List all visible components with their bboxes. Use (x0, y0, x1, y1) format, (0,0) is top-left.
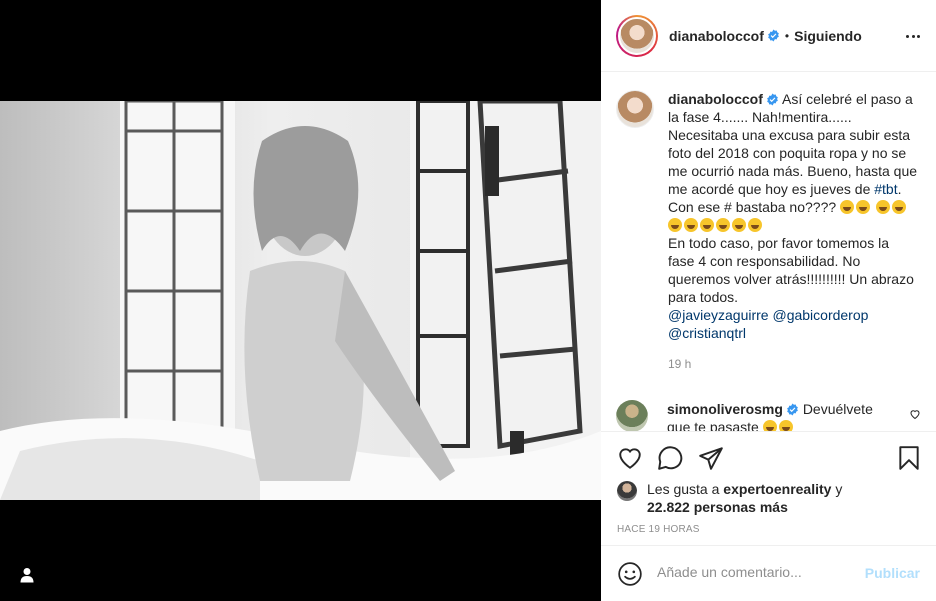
more-icon[interactable] (906, 29, 920, 43)
post-media[interactable] (0, 0, 601, 601)
mention-link[interactable]: @gabicorderop (772, 307, 868, 323)
verified-icon (768, 29, 779, 42)
emoji-laughing (716, 218, 730, 232)
post-actions: Les gusta a expertoenreality y 22.822 pe… (601, 431, 936, 545)
add-comment-bar: Publicar (601, 545, 936, 601)
comment-icon[interactable] (657, 445, 683, 471)
emoji-laughing (778, 420, 793, 431)
comment-input[interactable] (657, 564, 857, 580)
share-icon[interactable] (698, 445, 724, 471)
verified-icon (787, 403, 798, 416)
mention-link[interactable]: @javieyzaguirre (668, 307, 769, 323)
post-header: dianaboloccof • Siguiendo (601, 0, 936, 72)
likes-joiner: y (835, 481, 843, 497)
mention-link[interactable]: @cristianqtrl (668, 325, 746, 341)
caption-text-3: En todo caso, por favor tomemos la fase … (668, 235, 914, 305)
emoji-laughing (875, 200, 890, 214)
comment-like-icon[interactable] (909, 408, 921, 420)
publish-button[interactable]: Publicar (865, 565, 920, 581)
hashtag-link[interactable]: #tbt (874, 181, 897, 197)
liker-username[interactable]: expertoenreality (723, 481, 831, 497)
emoji-laughing (856, 200, 871, 214)
comment-avatar[interactable] (616, 400, 648, 431)
post-timestamp[interactable]: HACE 19 HORAS (617, 524, 700, 535)
post-sidebar: dianaboloccof • Siguiendo dianaboloccof … (601, 0, 936, 601)
emoji-laughing (840, 200, 855, 214)
emoji-laughing (684, 218, 698, 232)
emoji-laughing (668, 218, 682, 232)
likes-count[interactable]: 22.822 personas más (647, 499, 788, 515)
likes-summary: Les gusta a expertoenreality y 22.822 pe… (617, 480, 842, 516)
emoji-laughing (748, 218, 762, 232)
caption: dianaboloccof Así celebré el paso a la f… (616, 90, 921, 373)
bookmark-icon[interactable] (896, 445, 922, 471)
comment-username[interactable]: simonoliverosmg (667, 401, 783, 417)
emoji-icon[interactable] (617, 561, 643, 587)
header-username[interactable]: dianaboloccof (669, 28, 764, 44)
verified-icon (767, 93, 778, 106)
follow-status-button[interactable]: Siguiendo (794, 28, 862, 44)
user-tag-icon[interactable] (19, 567, 35, 583)
emoji-laughing (732, 218, 746, 232)
emoji-laughing (762, 420, 777, 431)
comment-item: simonoliverosmg Devuélvete que te pasast… (616, 400, 921, 431)
likes-prefix: Les gusta a (647, 481, 720, 497)
caption-avatar[interactable] (616, 90, 654, 128)
emoji-laughing (891, 200, 906, 214)
emoji-laughing (700, 218, 714, 232)
post-photo[interactable] (0, 101, 601, 500)
caption-time[interactable]: 19 h (668, 355, 919, 373)
comments-section[interactable]: dianaboloccof Así celebré el paso a la f… (601, 73, 936, 431)
liker-avatar[interactable] (617, 481, 637, 501)
profile-avatar[interactable] (616, 14, 658, 57)
heart-icon[interactable] (617, 445, 643, 471)
photo-illustration (0, 101, 601, 500)
caption-username[interactable]: dianaboloccof (668, 91, 763, 107)
header-separator: • (784, 28, 790, 43)
